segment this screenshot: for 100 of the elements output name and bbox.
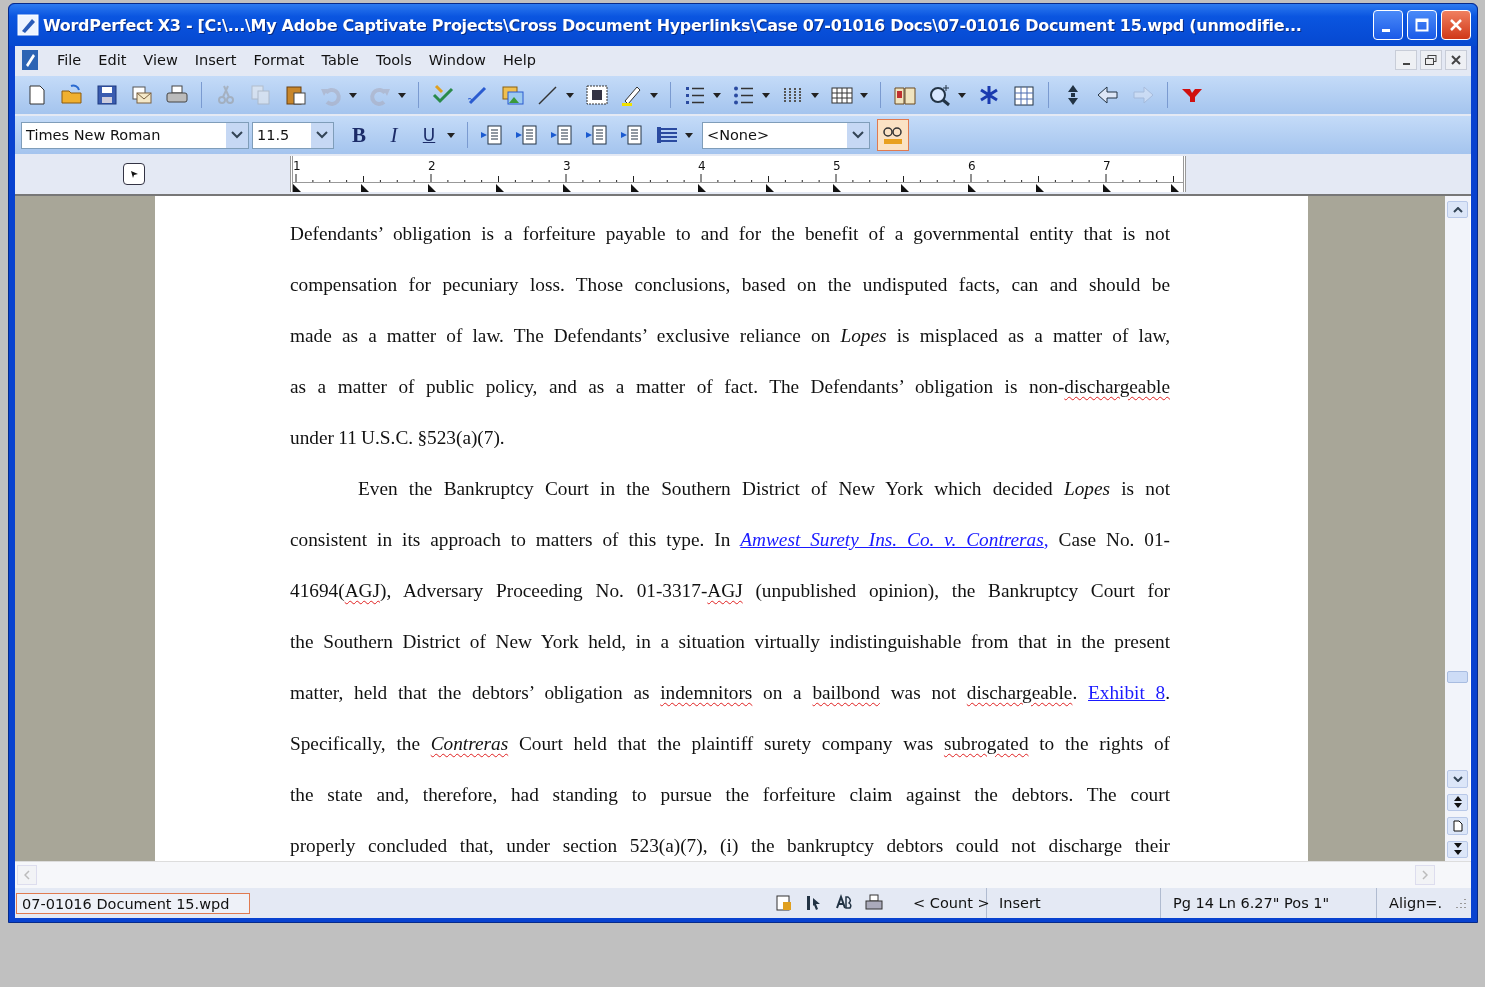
link[interactable]: Exhibit 8 [1088, 682, 1166, 703]
text-box-icon[interactable] [584, 83, 610, 107]
envelope-icon[interactable] [129, 83, 155, 107]
scroll-thumb[interactable] [1447, 671, 1468, 684]
caret-icon[interactable] [713, 92, 721, 98]
paste-icon[interactable] [283, 83, 309, 107]
scroll-up-button[interactable] [1447, 201, 1468, 219]
alignment-status[interactable]: Align=. [1377, 888, 1449, 918]
caret-icon[interactable] [447, 132, 455, 138]
menu-item[interactable]: Help [494, 52, 545, 68]
caret-icon[interactable] [685, 132, 693, 138]
resize-grip-icon[interactable] [1455, 897, 1467, 909]
document-tab[interactable]: 07-01016 Document 15.wpd [16, 892, 251, 914]
cursor-position[interactable]: Pg 14 Ln 6.27" Pos 1" [1161, 888, 1377, 918]
caret-icon[interactable] [349, 92, 357, 98]
ruler-number: 7 [1103, 160, 1111, 172]
minimize-button[interactable] [1395, 50, 1417, 70]
caret-icon[interactable] [566, 92, 574, 98]
menu-item[interactable]: Insert [186, 52, 246, 68]
tab-marker[interactable] [1103, 184, 1111, 192]
menu-item[interactable]: Window [420, 52, 495, 68]
spell-check-icon[interactable] [835, 894, 853, 912]
menu-item[interactable]: Table [313, 52, 368, 68]
pen-icon [17, 14, 39, 36]
minimize-icon [1382, 28, 1390, 32]
menu-item[interactable]: View [135, 52, 187, 68]
tab-marker[interactable] [563, 184, 571, 192]
page-button[interactable] [1447, 817, 1468, 835]
chevron-right-icon [1422, 870, 1428, 880]
paragraph: Defendants’ obligation is a forfeiture payable to and for the benefit of a governmental entity that is not compensation for pecuniary loss. Those conclusions, based on the undisputed facts, can and should be made as a matter of law. The Defendants’ exclusive reliance on Lopes is misplaced as a matter of law, as a matter of public policy, and as a matter of fact. The Defendants’ obligation is non-dischargeable under 11 U.S.C. §523(a)(7). [290, 222, 1170, 450]
size-dropdown[interactable]: 11.5 [252, 121, 334, 149]
up-down-arrow-icon [1452, 796, 1463, 809]
paragraph: Even the Bankruptcy Court in the Southern District of New York which decided Lopes is not consistent in its approach to matters of this type. In Amwest Surety Ins. Co. v. Contreras, Case No. 01- 41694(AGJ), Adversary Proceeding No. 01-3317-AGJ (unpublished opinion), the Bankruptcy Court for the Southern District of New York held, in a situation virtually indistinguishable from that in the present matter, held that the debtors’ obligation as indemnitors on a bailbond was not dischargeable. Exhibit 8. Specifically, the Contreras Court held that the plaintiff surety company was subrogated to the rights of the state and, therefore, had standing to pursue the forfeiture claim against the debtors. The court properly concluded that, under section 523(a)(7), (i) the bankruptcy debtors could not discharge their [290, 477, 1170, 858]
menu-item[interactable]: Format [245, 52, 314, 68]
vertical-scrollbar[interactable] [1445, 196, 1470, 861]
maximize-icon [1415, 18, 1429, 32]
style-dropdown[interactable]: <None> [702, 121, 870, 149]
caret-icon[interactable] [958, 92, 966, 98]
tab-marker[interactable] [1035, 184, 1044, 192]
ruler-number: 4 [698, 160, 706, 172]
grid-document-icon[interactable] [1011, 83, 1037, 107]
tab-marker[interactable] [833, 184, 841, 192]
print-icon[interactable] [865, 894, 883, 912]
scroll-down-button[interactable] [1447, 770, 1468, 788]
caret-icon[interactable] [811, 92, 819, 98]
tab-marker[interactable] [900, 184, 909, 192]
tab-marker[interactable] [630, 184, 639, 192]
chevron-icon [852, 131, 864, 139]
ruler-number: 1 [293, 160, 301, 172]
document-icon [21, 49, 39, 71]
minimize-icon [1402, 62, 1410, 65]
zoom-icon[interactable] [927, 83, 953, 107]
tab-marker[interactable] [968, 184, 976, 192]
indent-icon[interactable] [479, 123, 505, 147]
font-dropdown[interactable]: Times New Roman [21, 121, 249, 149]
open-folder-icon[interactable] [59, 83, 85, 107]
underline-button[interactable]: U [413, 125, 445, 145]
italic-button[interactable]: I [378, 122, 410, 148]
back-arrow-icon[interactable] [1095, 83, 1121, 107]
ruler-toggle-button[interactable] [123, 163, 145, 185]
ruler-number: 5 [833, 160, 841, 172]
restore-icon [1425, 55, 1437, 65]
link[interactable]: Amwest Surety Ins. Co. v. Contreras, [740, 529, 1049, 550]
tab-marker[interactable] [360, 184, 369, 192]
close-icon [1451, 55, 1461, 65]
word-count[interactable]: < Count > [889, 888, 987, 918]
ruler-number: 3 [563, 160, 571, 172]
document-icon[interactable] [775, 894, 793, 912]
tab-marker[interactable] [293, 184, 301, 192]
tab-marker[interactable] [765, 184, 774, 192]
bold-button[interactable]: B [343, 122, 375, 148]
ruler-number: 6 [968, 160, 976, 172]
window-title: WordPerfect X3 - [C:\...\My Adobe Captivate Projects\Cross Document Hyperlinks\Case 07-01016 Docs\07-01016 Document 15.wpd (unmodifie... [43, 15, 1303, 35]
tab-marker[interactable] [698, 184, 706, 192]
chevron-icon [231, 131, 243, 139]
caret-icon[interactable] [650, 92, 658, 98]
menu-item[interactable]: Tools [368, 52, 421, 68]
close-button[interactable] [1445, 50, 1467, 70]
chevron-up-icon [1452, 206, 1463, 213]
chevron-icon [316, 131, 328, 139]
indent-icon[interactable] [514, 123, 540, 147]
tab-marker[interactable] [1170, 184, 1179, 192]
menu-item[interactable]: Edit [90, 52, 136, 68]
reveal-codes-button[interactable] [877, 119, 909, 151]
insert-mode[interactable]: Insert [987, 888, 1161, 918]
save-icon[interactable] [94, 83, 120, 107]
tab-marker[interactable] [495, 184, 504, 192]
caret-icon[interactable] [762, 92, 770, 98]
indent-icon[interactable] [584, 123, 610, 147]
chevron-down-icon [1452, 775, 1463, 782]
maximize-button[interactable] [1407, 10, 1437, 40]
chevron-left-icon [24, 870, 30, 880]
caret-icon[interactable] [860, 92, 868, 98]
previous-page-button[interactable] [1447, 793, 1468, 812]
restore-button[interactable] [1420, 50, 1442, 70]
tab-marker[interactable] [428, 184, 436, 192]
menu-item[interactable]: File [49, 52, 91, 68]
next-page-button[interactable] [1447, 840, 1468, 858]
close-icon [1449, 18, 1463, 32]
caret-icon[interactable] [398, 92, 406, 98]
